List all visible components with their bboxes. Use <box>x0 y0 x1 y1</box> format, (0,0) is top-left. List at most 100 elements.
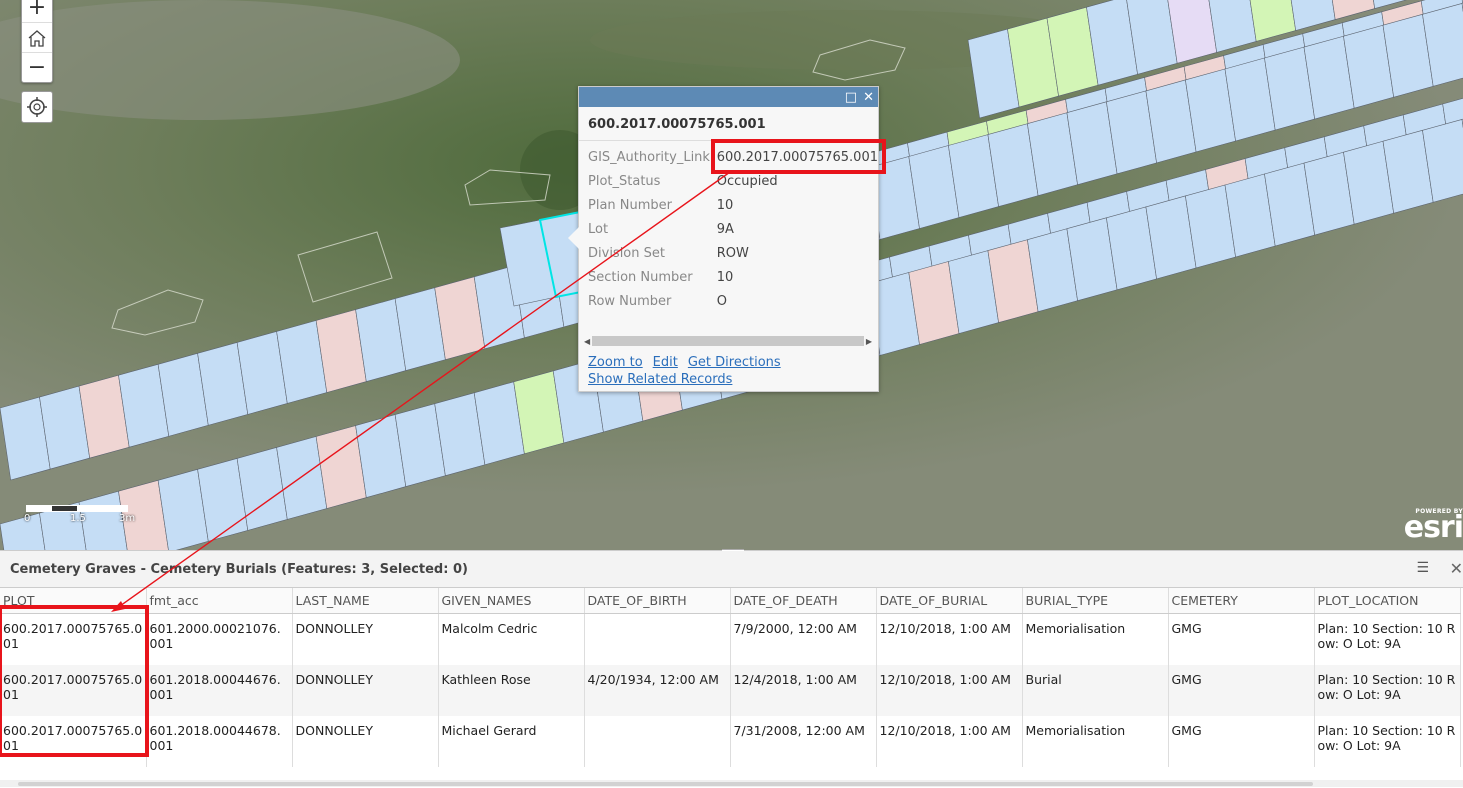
table-row[interactable]: 600.2017.00075765.001601.2018.00044676.0… <box>0 665 1460 716</box>
popup-header: □ ✕ <box>579 87 878 107</box>
attribute-value: ROW <box>717 241 878 265</box>
table-cell: DONNOLLEY <box>292 665 438 716</box>
table-cell: 601.2018.00044676.001 <box>146 665 292 716</box>
column-header[interactable]: PLOT_LOCATION <box>1314 588 1460 614</box>
zoom-in-button[interactable]: + <box>22 0 52 23</box>
column-header[interactable]: fmt_acc <box>146 588 292 614</box>
table-row[interactable]: 600.2017.00075765.001601.2000.00021076.0… <box>0 614 1460 666</box>
locate-icon <box>26 96 48 118</box>
popup-horizontal-scrollbar[interactable]: ◀ ▶ <box>584 336 872 346</box>
attribute-label: Lot <box>588 217 717 241</box>
zoom-to-link[interactable]: Zoom to <box>588 355 643 370</box>
attribute-value: O <box>717 289 878 313</box>
table-cell: DONNOLLEY <box>292 614 438 666</box>
table-cell: 600.2017.00075765.001 <box>0 716 146 767</box>
scale-bar: 0 1.5 3m <box>24 503 154 533</box>
table-cell: Memorialisation <box>1022 716 1168 767</box>
table-cell: 600.2017.00075765.001 <box>0 665 146 716</box>
close-table-icon[interactable]: ✕ <box>1450 559 1463 578</box>
popup-actions: Zoom to Edit Get Directions Show Related R… <box>588 354 791 388</box>
attribute-label: GIS_Authority_Link <box>588 145 717 169</box>
popup-attribute-row: GIS_Authority_Link600.2017.00075765.001 <box>588 145 878 169</box>
table-cell: 601.2000.00021076.001 <box>146 614 292 666</box>
esri-attribution[interactable]: POWERED BY esri <box>1404 508 1463 541</box>
close-icon[interactable]: ✕ <box>863 91 874 104</box>
popup-attribute-row: Row NumberO <box>588 289 878 313</box>
column-header[interactable]: DATE_OF_DEATH <box>730 588 876 614</box>
attribute-grid: PLOTfmt_accLAST_NAMEGIVEN_NAMESDATE_OF_B… <box>0 588 1463 767</box>
table-cell: 12/10/2018, 1:00 AM <box>876 716 1022 767</box>
column-header[interactable]: PLOT <box>0 588 146 614</box>
table-horizontal-scrollbar[interactable] <box>0 780 1463 787</box>
table-cell: GMG <box>1168 614 1314 666</box>
menu-icon[interactable]: ☰ <box>1416 560 1429 576</box>
popup-attribute-row: Plot_StatusOccupied <box>588 169 878 193</box>
table-cell: GMG <box>1168 716 1314 767</box>
column-header[interactable]: BURIAL_TYPE <box>1022 588 1168 614</box>
scale-label-end: 3m <box>119 513 135 524</box>
zoom-out-button[interactable]: − <box>22 53 52 82</box>
table-cell <box>584 716 730 767</box>
table-cell: GMG <box>1168 665 1314 716</box>
attribute-value: 10 <box>717 265 878 289</box>
attribute-table-title: Cemetery Graves - Cemetery Burials (Feat… <box>10 562 468 577</box>
table-cell: Kathleen Rose <box>438 665 584 716</box>
table-cell: 7/31/2008, 12:00 AM <box>730 716 876 767</box>
popup-attribute-row: Division SetROW <box>588 241 878 265</box>
table-cell: 600.2017.00075765.001 <box>0 614 146 666</box>
popup-attributes: GIS_Authority_Link600.2017.00075765.001P… <box>588 145 878 313</box>
get-directions-link[interactable]: Get Directions <box>688 355 781 370</box>
table-cell: 12/10/2018, 1:00 AM <box>876 614 1022 666</box>
scroll-left-icon[interactable]: ◀ <box>584 337 590 346</box>
attribute-label: Row Number <box>588 289 717 313</box>
table-row[interactable]: 600.2017.00075765.001601.2018.00044678.0… <box>0 716 1460 767</box>
attribute-label: Section Number <box>588 265 717 289</box>
table-cell: 4/20/1934, 12:00 AM <box>584 665 730 716</box>
popup-attribute-row: Lot9A <box>588 217 878 241</box>
attribute-label: Division Set <box>588 241 717 265</box>
maximize-icon[interactable]: □ <box>845 91 857 104</box>
attribute-label: Plan Number <box>588 193 717 217</box>
table-cell: Plan: 10 Section: 10 Row: O Lot: 9A <box>1314 614 1460 666</box>
feature-popup: □ ✕ 600.2017.00075765.001 GIS_Authority_… <box>578 86 879 392</box>
attribute-table-panel: Cemetery Graves - Cemetery Burials (Feat… <box>0 550 1463 788</box>
column-header[interactable]: GIVEN_NAMES <box>438 588 584 614</box>
table-cell: 601.2018.00044678.001 <box>146 716 292 767</box>
table-cell: 12/10/2018, 1:00 AM <box>876 665 1022 716</box>
home-icon <box>27 29 47 47</box>
table-cell: 12/4/2018, 1:00 AM <box>730 665 876 716</box>
table-cell: Plan: 10 Section: 10 Row: O Lot: 9A <box>1314 665 1460 716</box>
show-related-records-link[interactable]: Show Related Records <box>588 372 732 387</box>
home-button[interactable] <box>22 23 52 53</box>
map-view[interactable]: + − 0 1.5 3m POWERED BY esri □ ✕ 600.201… <box>0 0 1463 550</box>
zoom-controls: + − <box>21 0 53 83</box>
locate-button[interactable] <box>21 91 53 123</box>
scroll-right-icon[interactable]: ▶ <box>866 337 872 346</box>
popup-attribute-row: Section Number10 <box>588 265 878 289</box>
popup-title: 600.2017.00075765.001 <box>579 107 878 141</box>
column-header[interactable]: DATE_OF_BURIAL <box>876 588 1022 614</box>
esri-logo: esri <box>1404 510 1463 545</box>
table-cell: DONNOLLEY <box>292 716 438 767</box>
table-cell: 7/9/2000, 12:00 AM <box>730 614 876 666</box>
attribute-value: Occupied <box>717 169 878 193</box>
scale-label-0: 0 <box>24 513 30 524</box>
table-cell: Plan: 10 Section: 10 Row: O Lot: 9A <box>1314 716 1460 767</box>
popup-attribute-row: Plan Number10 <box>588 193 878 217</box>
attribute-value: 600.2017.00075765.001 <box>717 145 878 169</box>
column-header[interactable]: CEMETERY <box>1168 588 1314 614</box>
attribute-table-header: Cemetery Graves - Cemetery Burials (Feat… <box>0 551 1463 588</box>
column-header[interactable]: LAST_NAME <box>292 588 438 614</box>
attribute-value: 9A <box>717 217 878 241</box>
attribute-label: Plot_Status <box>588 169 717 193</box>
column-header[interactable]: DATE_OF_BIRTH <box>584 588 730 614</box>
table-cell: Memorialisation <box>1022 614 1168 666</box>
table-cell: Burial <box>1022 665 1168 716</box>
edit-link[interactable]: Edit <box>653 355 678 370</box>
scale-label-mid: 1.5 <box>70 513 86 524</box>
popup-pointer <box>568 227 579 249</box>
table-cell: Michael Gerard <box>438 716 584 767</box>
attribute-value: 10 <box>717 193 878 217</box>
table-cell: Malcolm Cedric <box>438 614 584 666</box>
table-cell <box>584 614 730 666</box>
